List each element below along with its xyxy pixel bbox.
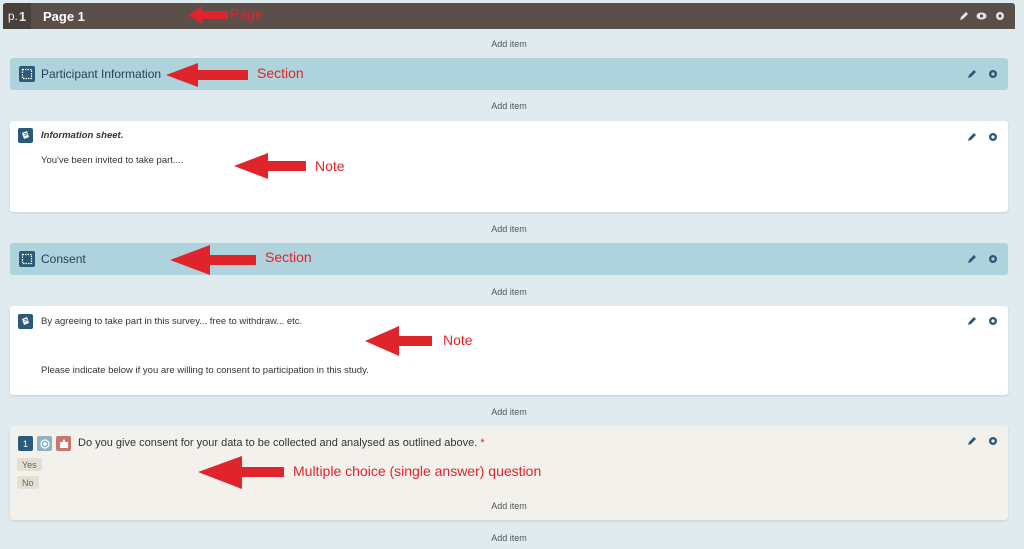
annotation-label: Page bbox=[230, 6, 263, 22]
annotation-label: Section bbox=[265, 249, 312, 265]
eye-icon[interactable] bbox=[976, 10, 987, 21]
annotation-label: Note bbox=[315, 158, 345, 174]
question-text-body: Do you give consent for your data to be … bbox=[78, 437, 478, 449]
note-item[interactable]: Information sheet. You've been invited t… bbox=[10, 121, 1008, 212]
page-title[interactable]: Page 1 bbox=[43, 9, 85, 24]
add-item-button[interactable]: Add item bbox=[10, 101, 1008, 111]
question-number: 1 bbox=[18, 436, 33, 451]
note-body: You've been invited to take part.... bbox=[41, 155, 184, 166]
required-marker: * bbox=[480, 437, 485, 449]
gear-icon[interactable] bbox=[987, 68, 998, 79]
gear-icon[interactable] bbox=[987, 435, 998, 446]
page-number-prefix: p. bbox=[7, 9, 18, 23]
question-text: Do you give consent for your data to be … bbox=[78, 437, 485, 449]
pencil-icon[interactable] bbox=[966, 68, 977, 79]
answer-option[interactable]: Yes bbox=[17, 458, 42, 471]
section-title: Participant Information bbox=[41, 67, 162, 81]
note-title: Information sheet. bbox=[41, 130, 124, 141]
note-body-line: Please indicate below if you are willing… bbox=[41, 365, 369, 376]
gear-icon[interactable] bbox=[987, 253, 998, 264]
annotation-arrow bbox=[198, 456, 284, 489]
section-icon bbox=[19, 251, 35, 267]
add-item-button[interactable]: Add item bbox=[10, 224, 1008, 234]
annotation-label: Section bbox=[257, 65, 304, 81]
puzzle-icon[interactable] bbox=[56, 436, 71, 451]
page-number: p. 1 bbox=[3, 3, 31, 29]
add-item-button[interactable]: Add item bbox=[10, 287, 1008, 297]
section-participant-information[interactable]: Participant Information bbox=[10, 58, 1008, 90]
add-item-button[interactable]: Add item bbox=[10, 407, 1008, 417]
annotation-label: Multiple choice (single answer) question bbox=[293, 463, 542, 479]
pencil-icon[interactable] bbox=[966, 131, 977, 142]
add-item-button[interactable]: Add item bbox=[10, 501, 1008, 511]
section-icon bbox=[19, 66, 35, 82]
annotation-arrow bbox=[170, 245, 256, 275]
section-title: Consent bbox=[41, 252, 86, 266]
add-item-button[interactable]: Add item bbox=[10, 39, 1008, 49]
annotation-label: Note bbox=[443, 332, 473, 348]
gear-icon[interactable] bbox=[987, 131, 998, 142]
annotation-arrow bbox=[188, 6, 228, 24]
annotation-arrow bbox=[234, 153, 306, 179]
note-icon bbox=[18, 314, 33, 329]
pencil-icon[interactable] bbox=[966, 435, 977, 446]
add-item-button[interactable]: Add item bbox=[10, 533, 1008, 543]
page-number-value: 1 bbox=[18, 8, 27, 24]
gear-icon[interactable] bbox=[987, 315, 998, 326]
note-item[interactable]: By agreeing to take part in this survey.… bbox=[10, 306, 1008, 395]
page-header: p. 1 Page 1 bbox=[3, 3, 1015, 29]
pencil-icon[interactable] bbox=[958, 10, 969, 21]
gear-icon[interactable] bbox=[994, 10, 1005, 21]
annotation-arrow bbox=[365, 326, 432, 356]
section-consent[interactable]: Consent bbox=[10, 243, 1008, 275]
answer-option[interactable]: No bbox=[17, 476, 39, 489]
annotation-arrow bbox=[166, 63, 248, 87]
pencil-icon[interactable] bbox=[966, 315, 977, 326]
pencil-icon[interactable] bbox=[966, 253, 977, 264]
note-icon bbox=[18, 128, 33, 143]
radio-icon bbox=[37, 436, 52, 451]
note-body-line: By agreeing to take part in this survey.… bbox=[41, 316, 303, 327]
